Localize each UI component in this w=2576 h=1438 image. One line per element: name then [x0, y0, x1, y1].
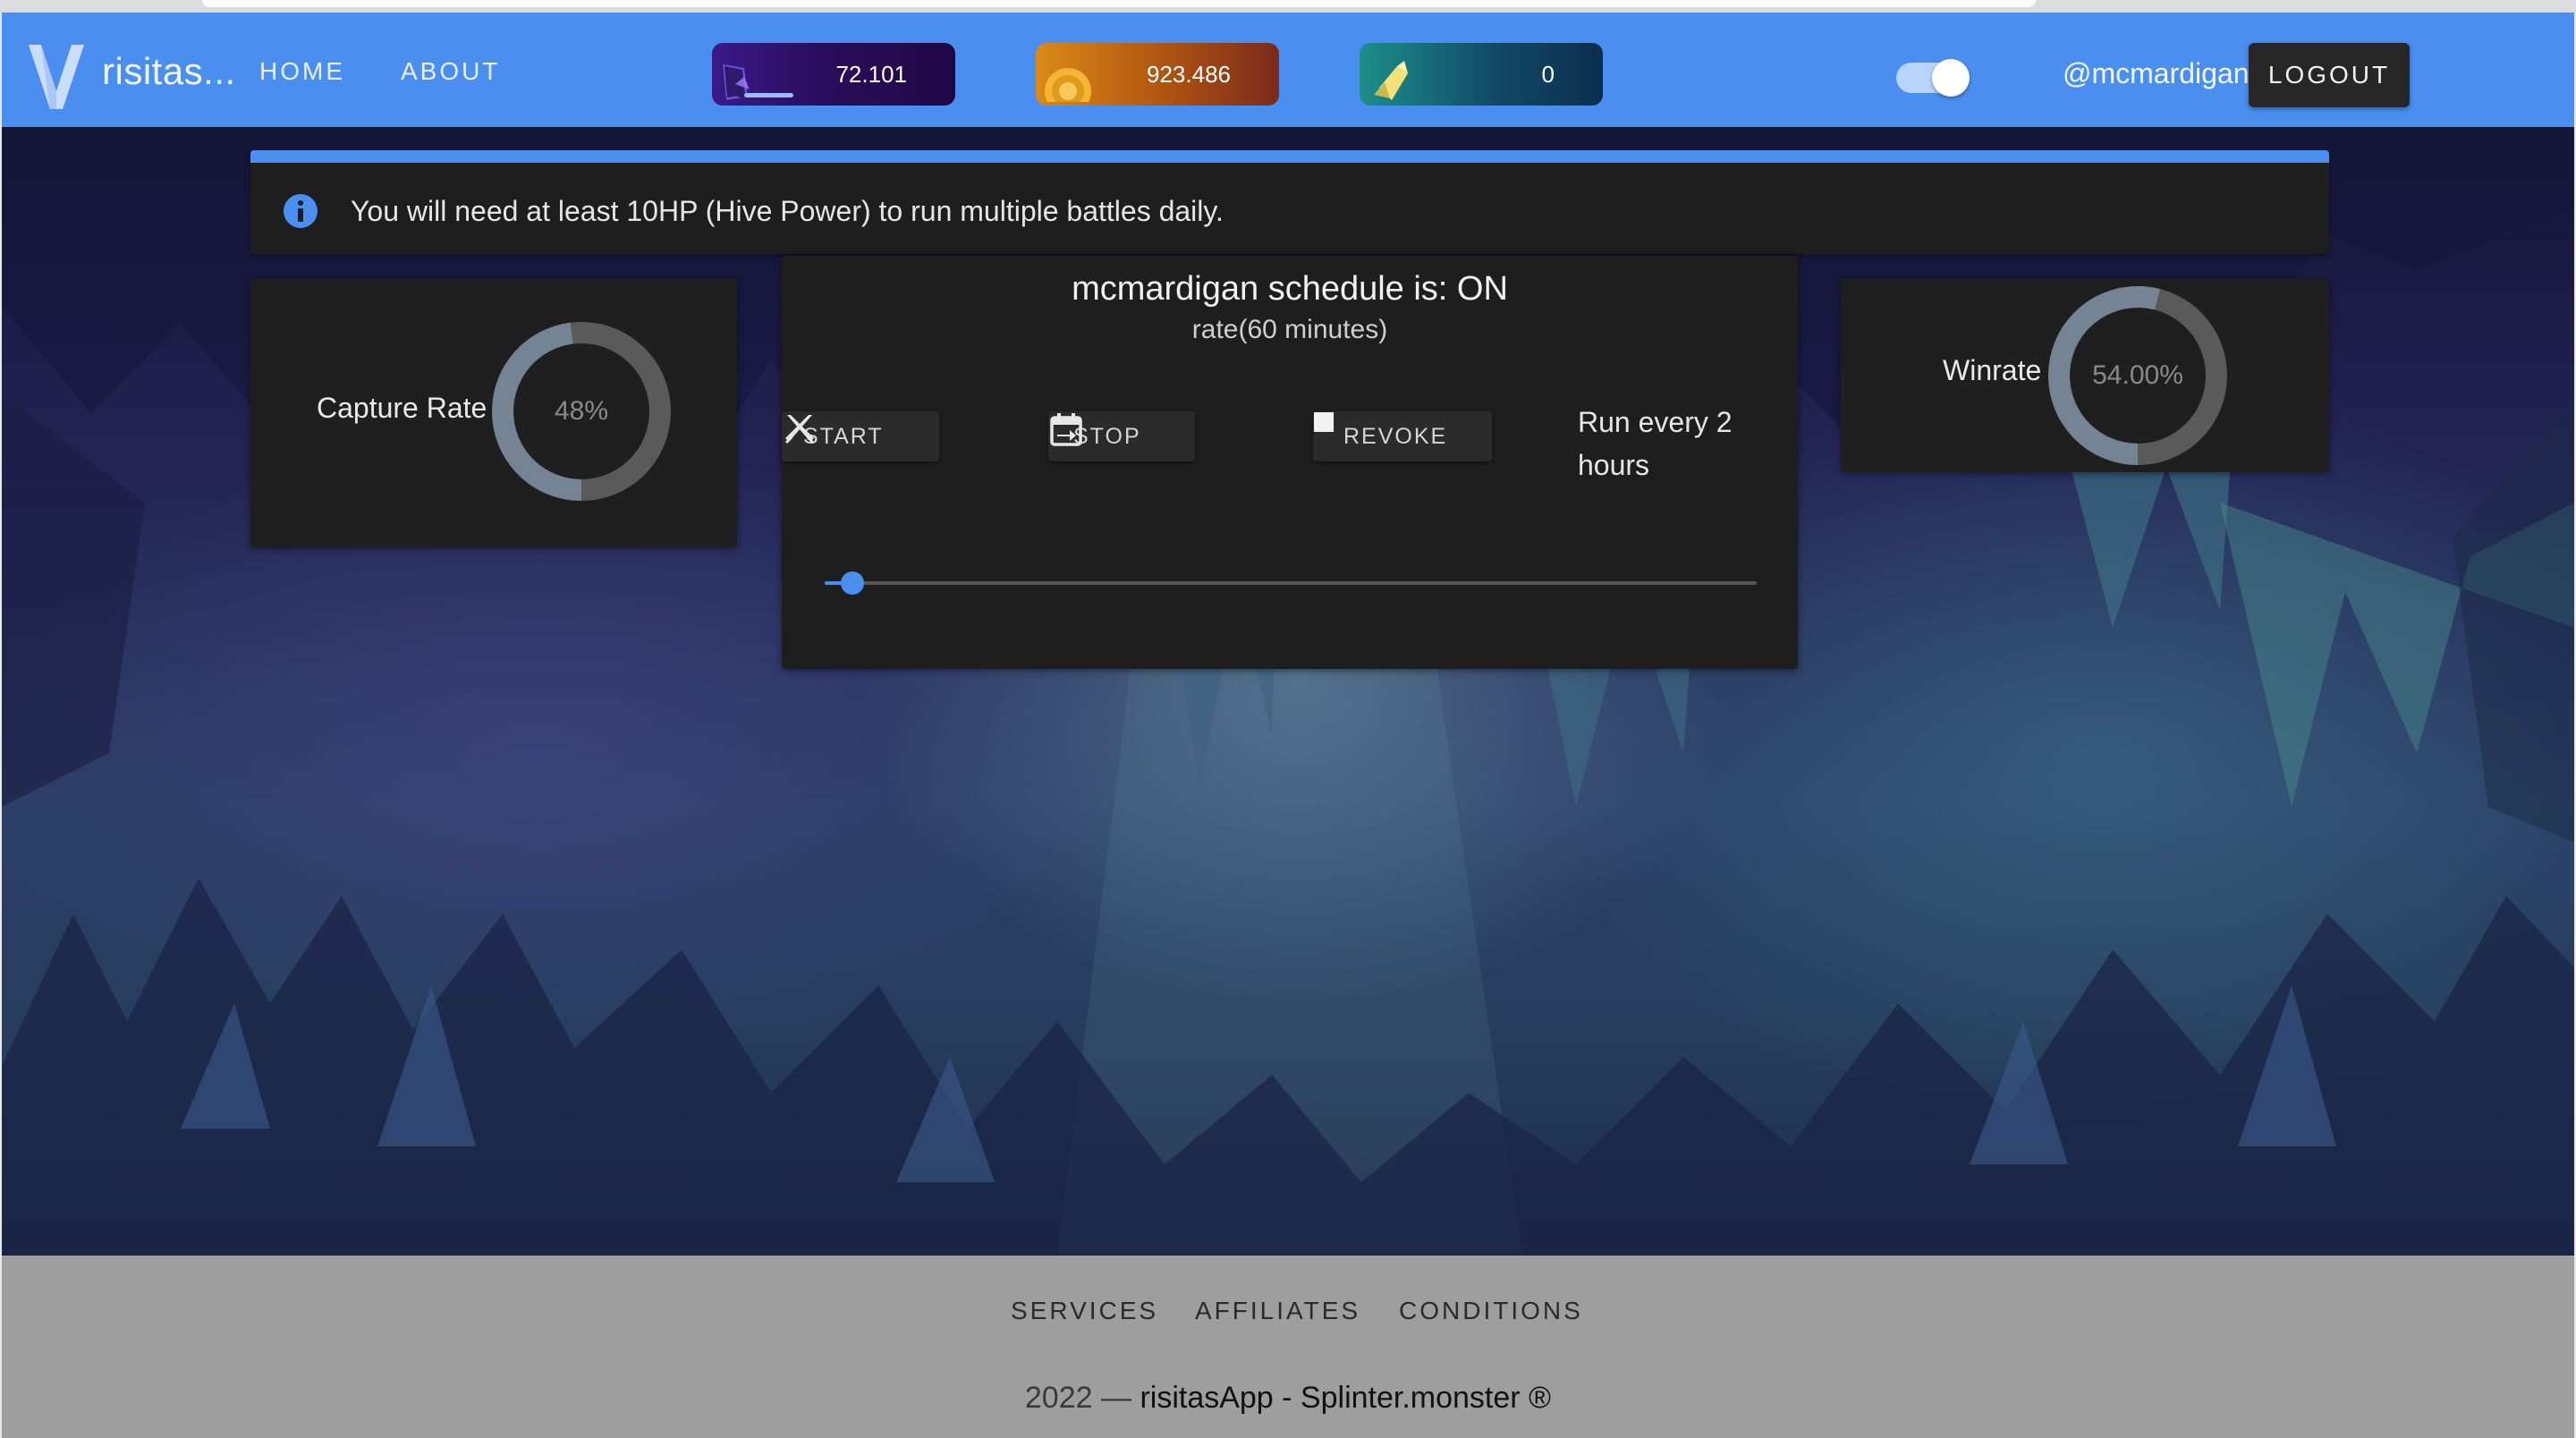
nav-home[interactable]: HOME: [259, 57, 345, 86]
schedule-card: mcmardigan schedule is: ON rate(60 minut…: [782, 256, 1798, 669]
schedule-rate: rate(60 minutes): [1191, 315, 1388, 344]
winrate-value: 54.00%: [2092, 360, 2183, 390]
info-alert: You will need at least 10HP (Hive Power)…: [250, 150, 2329, 254]
crystal-icon: [1374, 61, 1408, 100]
footer-link-affiliates[interactable]: AFFILIATES: [1195, 1297, 1360, 1325]
logout-button[interactable]: LOGOUT: [2249, 43, 2410, 107]
stop-square-icon: [1314, 412, 1334, 432]
coin-balance[interactable]: 923.486: [1036, 43, 1279, 106]
copyright-brand: risitasApp - Splinter.monster ®: [1140, 1381, 1552, 1415]
revoke-button[interactable]: REVOKE: [1313, 411, 1492, 461]
capture-rate-donut: 48%: [492, 322, 671, 501]
background-scene: You will need at least 10HP (Hive Power)…: [2, 127, 2574, 1256]
app-header: risitas... HOME ABOUT 72.101 923.486 0 @…: [2, 13, 2574, 127]
app: risitas... HOME ABOUT 72.101 923.486 0 @…: [2, 13, 2574, 1438]
stop-button[interactable]: STOP: [1048, 411, 1195, 461]
winrate-card: Winrate 54.00%: [1841, 279, 2329, 472]
address-bar: [202, 0, 2036, 7]
info-icon: [284, 194, 318, 228]
logo-icon[interactable]: [29, 39, 84, 109]
alert-text: You will need at least 10HP (Hive Power)…: [351, 195, 1224, 227]
browser-chrome: [0, 0, 2576, 13]
schedule-title: mcmardigan schedule is: ON: [1072, 270, 1508, 308]
coin-icon: [1045, 68, 1091, 102]
footer-link-conditions[interactable]: CONDITIONS: [1399, 1297, 1583, 1325]
username: @mcmardigan: [2063, 57, 2250, 89]
copyright-year: 2022 —: [1024, 1381, 1131, 1415]
winrate-donut: 54.00%: [2048, 286, 2227, 465]
crystal-balance[interactable]: 0: [1360, 43, 1603, 106]
brand-name[interactable]: risitas...: [102, 50, 236, 93]
coin-value: 923.486: [1147, 61, 1231, 88]
run-every-text: Run every 2 hours: [1578, 406, 1733, 481]
theme-toggle[interactable]: [1896, 59, 1970, 97]
capture-rate-card: Capture Rate 48%: [250, 279, 737, 547]
footer-link-services[interactable]: SERVICES: [1011, 1297, 1158, 1325]
winrate-label: Winrate: [1943, 354, 2042, 386]
calendar-arrow-icon: [1050, 413, 1082, 446]
capture-rate-label: Capture Rate: [317, 392, 487, 424]
nav-about[interactable]: ABOUT: [401, 57, 500, 86]
copyright: 2022 — risitasApp - Splinter.monster ®: [2, 1381, 2574, 1416]
crystal-value: 0: [1541, 61, 1555, 88]
app-footer: SERVICES AFFILIATES CONDITIONS 2022 — ri…: [2, 1256, 2574, 1438]
schedule-slider[interactable]: [825, 571, 1757, 595]
toggle-knob[interactable]: [1932, 59, 1970, 97]
slider-thumb[interactable]: [841, 571, 864, 595]
crossed-swords-icon: [785, 415, 814, 444]
energy-value: 72.101: [835, 61, 907, 88]
start-button[interactable]: START: [782, 411, 939, 461]
energy-bar: [744, 93, 793, 97]
capture-rate-value: 48%: [554, 396, 609, 426]
revoke-label: REVOKE: [1343, 423, 1448, 449]
energy-balance[interactable]: 72.101: [712, 43, 955, 106]
